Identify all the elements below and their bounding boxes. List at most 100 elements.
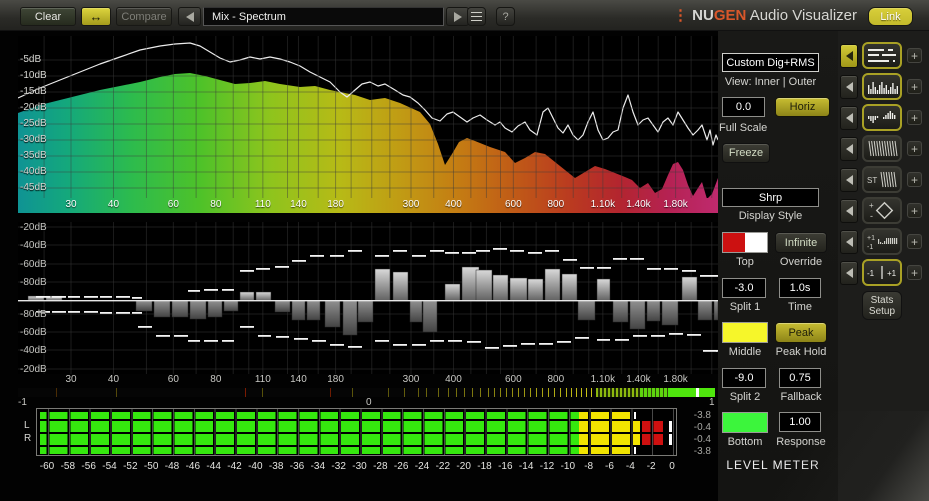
correlation-tick — [506, 388, 507, 397]
module-diamond-pan-button[interactable]: + - — [862, 197, 902, 224]
display-style-label: Display Style — [738, 210, 803, 222]
module-collapse-button[interactable] — [840, 44, 858, 68]
right-triangle-icon — [453, 11, 462, 22]
fallback-value[interactable]: 0.75 — [779, 368, 821, 388]
correlation-scale: -1 0 1 — [18, 397, 718, 408]
correlation-tick — [524, 388, 525, 397]
correlation-tick — [56, 388, 57, 397]
preset-next-button[interactable] — [446, 7, 469, 26]
stats-setup-line1: Stats — [870, 294, 894, 306]
swap-compare-icon-button[interactable]: ↔ — [81, 7, 111, 26]
db-axis-label: -40dB — [20, 240, 47, 251]
brand-rest: Audio Visualizer — [746, 7, 857, 24]
correlation-band — [596, 388, 640, 397]
correlation-tick — [581, 388, 582, 397]
module-add-button[interactable]: + — [907, 234, 922, 249]
module-add-button[interactable]: + — [907, 172, 922, 187]
left-triangle-icon — [185, 11, 194, 22]
override-button[interactable]: Infinite — [775, 232, 827, 253]
correlation-tick — [488, 388, 489, 397]
module-collapse-button[interactable] — [840, 106, 858, 130]
preset-menu-button[interactable] — [467, 7, 486, 26]
module-row: + — [838, 135, 929, 163]
freq-axis-label: 110 — [254, 374, 271, 385]
correlation-tick — [560, 388, 561, 397]
module-balance-meter-button[interactable]: -1 +1 — [862, 259, 902, 286]
view-mode-label[interactable]: View: Inner | Outer — [718, 76, 823, 88]
module-bar-histogram-button[interactable] — [862, 73, 902, 100]
correlation-tick — [542, 388, 543, 397]
brand-logo: ⋮ NUGEN Audio Visualizer — [673, 6, 857, 24]
module-collapse-button[interactable] — [840, 137, 858, 161]
brand-mark-icon: ⋮ — [673, 7, 688, 24]
module-add-button[interactable]: + — [907, 110, 922, 125]
display-style-value[interactable]: Shrp — [722, 188, 819, 207]
freq-axis-label: 1.10k — [590, 199, 616, 210]
brand-gen: GEN — [713, 7, 747, 24]
spectrum-display: -5dB -10dB -15dB -20dB -25dB -30dB -35dB -40dB -… — [18, 36, 718, 198]
freq-axis-label: 1.40k — [626, 374, 651, 385]
split1-value[interactable]: -3.0 — [722, 278, 766, 298]
correlation-tick — [418, 388, 419, 397]
link-button[interactable]: Link — [868, 7, 913, 26]
correlation-tick — [518, 388, 519, 397]
db-axis-label: -20dB — [20, 102, 47, 113]
top-color-left — [723, 233, 745, 252]
menu-list-icon — [471, 12, 482, 21]
freq-axis-label: 1.10k — [590, 374, 616, 385]
module-collapse-button[interactable] — [840, 75, 858, 99]
db-axis-label: -10dB — [20, 70, 47, 81]
help-button[interactable]: ? — [496, 7, 515, 26]
left-triangle-icon — [845, 206, 853, 216]
stats-setup-button[interactable]: Stats Setup — [862, 291, 902, 320]
middle-color-swatch[interactable] — [722, 322, 768, 343]
correlation-tick — [512, 388, 513, 397]
display-preset-box[interactable]: Custom Dig+RMS — [722, 53, 819, 72]
freeze-button[interactable]: Freeze — [722, 143, 770, 163]
module-add-button[interactable]: + — [907, 203, 922, 218]
module-collapse-button[interactable] — [840, 261, 858, 285]
module-collapse-button[interactable] — [840, 230, 858, 254]
module-correlation-histogram-button[interactable]: +1 -1 — [862, 228, 902, 255]
correlation-tick — [330, 388, 331, 397]
time-value[interactable]: 1.0s — [779, 278, 821, 298]
module-add-button[interactable]: + — [907, 265, 922, 280]
module-add-button[interactable]: + — [907, 79, 922, 94]
module-add-button[interactable]: + — [907, 48, 922, 63]
module-stereo-comb-button[interactable]: ST — [862, 166, 902, 193]
middle-color — [723, 323, 767, 342]
svg-text:ST: ST — [867, 176, 877, 185]
preset-name-field[interactable]: Mix - Spectrum — [203, 7, 444, 26]
override-label: Override — [779, 256, 823, 268]
clear-button[interactable]: Clear — [20, 7, 76, 26]
module-comb-spectrogram-button[interactable] — [862, 135, 902, 162]
compare-button[interactable]: Compare — [116, 7, 172, 26]
correlation-tick — [480, 388, 481, 397]
module-dual-spectrum-button[interactable] — [862, 104, 902, 131]
top-color-swatch[interactable] — [722, 232, 768, 253]
freq-axis-label: 30 — [65, 374, 77, 385]
correlation-tick — [352, 388, 353, 397]
correlation-tick — [536, 388, 537, 397]
module-row: -1 +1 + — [838, 259, 929, 287]
preset-prev-button[interactable] — [178, 7, 201, 26]
module-collapse-button[interactable] — [840, 199, 858, 223]
split2-value[interactable]: -9.0 — [722, 368, 766, 388]
peak-hold-button[interactable]: Peak — [775, 322, 827, 343]
channel-label-left: L — [24, 420, 30, 431]
correlation-tick — [448, 388, 449, 397]
comb-spectrogram-icon — [868, 140, 898, 157]
horiz-button[interactable]: Horiz — [775, 97, 830, 117]
freq-axis-label: 600 — [505, 199, 522, 210]
balance-meter-icon: -1 +1 — [867, 266, 897, 279]
correlation-tick — [464, 388, 465, 397]
full-scale-value[interactable]: 0.0 — [722, 97, 765, 117]
top-color-right — [745, 233, 767, 252]
module-row: ST + — [838, 166, 929, 194]
module-add-button[interactable]: + — [907, 141, 922, 156]
freq-axis-label: 40 — [107, 374, 120, 385]
freq-axis-label: 80 — [210, 199, 222, 210]
module-levels-lines-button[interactable] — [862, 42, 902, 69]
peak-hold-label: Peak Hold — [775, 346, 827, 358]
module-collapse-button[interactable] — [840, 168, 858, 192]
